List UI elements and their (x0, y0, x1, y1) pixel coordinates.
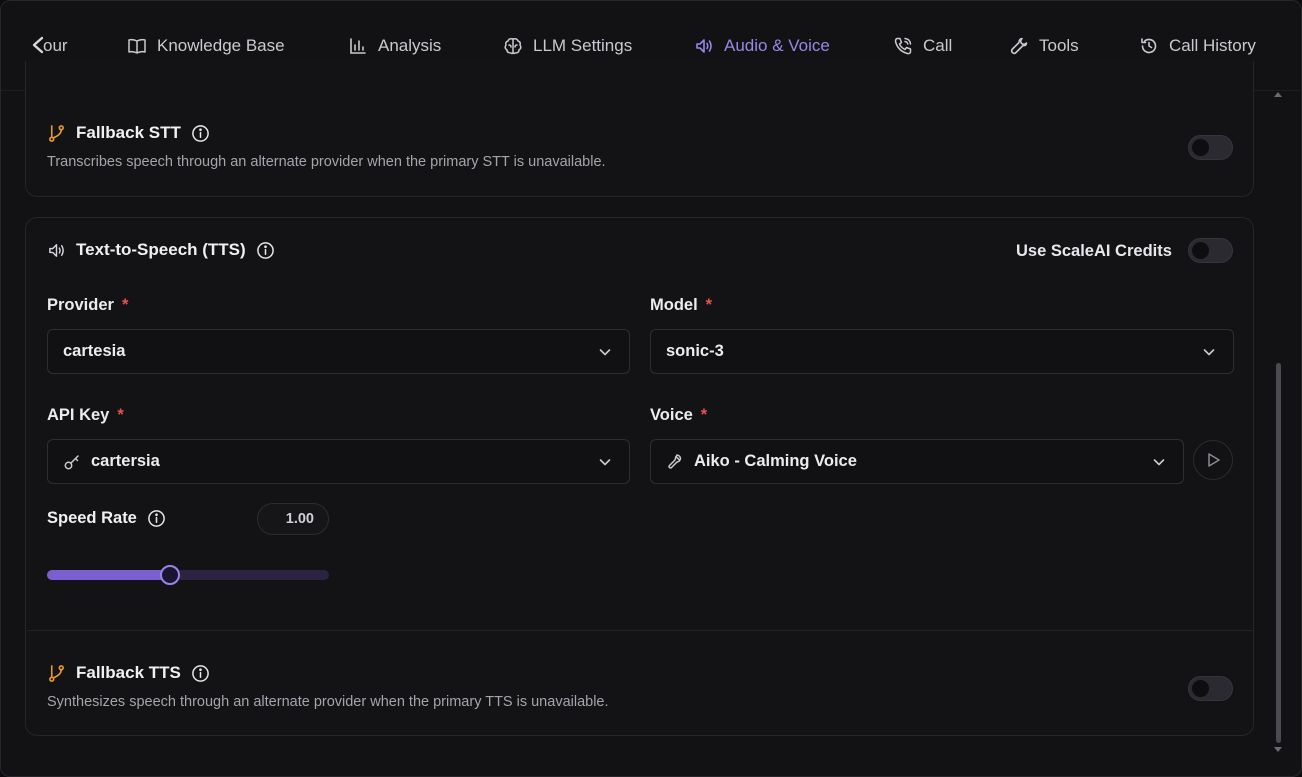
fallback-stt-toggle[interactable] (1188, 135, 1233, 160)
api-key-label: API Key * (47, 406, 124, 424)
wrench-icon (1010, 37, 1028, 55)
chevron-down-icon (1153, 459, 1165, 466)
tts-title-row: Text-to-Speech (TTS) (47, 240, 275, 260)
fallback-tts-toggle[interactable] (1188, 676, 1233, 701)
provider-select[interactable]: cartesia (47, 329, 630, 374)
play-icon (1208, 453, 1220, 467)
fallback-tts-title: Fallback TTS (76, 663, 181, 682)
voice-select[interactable]: Aiko - Calming Voice (650, 439, 1184, 484)
scrollbar-thumb[interactable] (1276, 363, 1281, 743)
voice-preview-button[interactable] (1193, 440, 1233, 480)
app-window: our Knowledge Base Analysis LLM Settings (0, 0, 1302, 777)
fallback-stt-title: Fallback STT (76, 123, 181, 142)
info-icon[interactable] (256, 241, 275, 260)
api-key-select[interactable]: cartersia (47, 439, 630, 484)
model-value: sonic-3 (666, 342, 724, 360)
brain-icon (504, 38, 522, 55)
speed-rate-label-row: Speed Rate (47, 509, 166, 528)
speed-rate-slider-fill (47, 570, 171, 580)
chevron-down-icon (599, 459, 611, 466)
api-key-value: cartersia (91, 452, 160, 470)
voice-value: Aiko - Calming Voice (694, 452, 857, 470)
required-marker: * (705, 296, 713, 314)
speaker-icon (696, 39, 712, 53)
required-marker: * (121, 296, 129, 314)
provider-label: Provider * (47, 296, 129, 314)
phone-icon (894, 37, 912, 55)
fallback-stt-card: Fallback STT Transcribes speech through … (25, 61, 1254, 197)
key-icon (64, 454, 79, 469)
section-divider (27, 630, 1254, 631)
fallback-tts-title-row: Fallback TTS (47, 663, 210, 683)
info-icon[interactable] (147, 509, 166, 528)
tts-card: Text-to-Speech (TTS) Use ScaleAI Credits… (25, 217, 1254, 736)
git-branch-icon (49, 664, 64, 682)
speed-rate-value: 1.00 (257, 503, 329, 535)
info-icon[interactable] (191, 124, 210, 143)
speed-rate-slider-thumb[interactable] (160, 565, 181, 585)
provider-value: cartesia (63, 342, 126, 360)
fallback-stt-title-row: Fallback STT (47, 123, 210, 143)
info-icon[interactable] (191, 664, 210, 683)
chevron-down-icon (599, 349, 611, 356)
voice-label: Voice * (650, 406, 708, 424)
fallback-stt-description: Transcribes speech through an alternate … (47, 154, 606, 170)
microphone-icon (668, 453, 682, 469)
speed-rate-label: Speed Rate (47, 509, 137, 527)
required-marker: * (117, 406, 124, 424)
chevron-down-icon (1203, 349, 1215, 356)
use-credits-toggle[interactable] (1188, 238, 1233, 263)
bar-chart-icon (350, 38, 366, 54)
model-select[interactable]: sonic-3 (650, 329, 1234, 374)
model-label: Model * (650, 296, 713, 314)
book-icon (128, 38, 146, 54)
tts-title: Text-to-Speech (TTS) (76, 240, 246, 259)
scroll-up-icon[interactable] (1274, 91, 1282, 97)
fallback-tts-description: Synthesizes speech through an alternate … (47, 694, 609, 710)
speed-rate-slider[interactable] (47, 565, 329, 585)
use-credits-label: Use ScaleAI Credits (1016, 242, 1172, 260)
speaker-icon (49, 243, 64, 257)
history-icon (1141, 38, 1157, 54)
scroll-down-icon[interactable] (1274, 747, 1282, 753)
git-branch-icon (49, 124, 64, 142)
required-marker: * (700, 406, 708, 424)
